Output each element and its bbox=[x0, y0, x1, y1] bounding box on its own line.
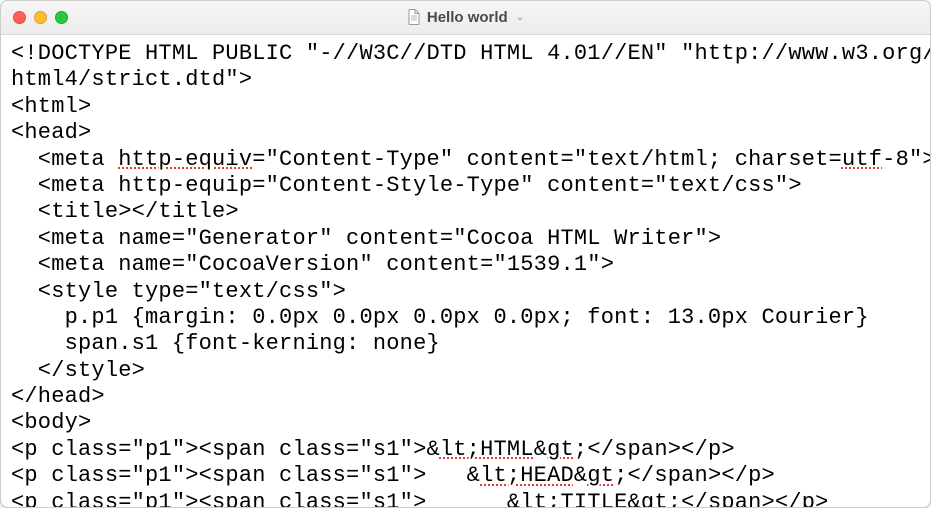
code-line: <head> bbox=[11, 120, 920, 146]
text-editor-content[interactable]: <!DOCTYPE HTML PUBLIC "-//W3C//DTD HTML … bbox=[1, 35, 930, 507]
document-icon bbox=[407, 9, 421, 27]
spellcheck-mark: gt bbox=[587, 463, 614, 488]
title-dropdown-chevron-icon[interactable]: ⌄ bbox=[516, 12, 524, 23]
code-line: <p class="p1"><span class="s1"> &lt;HEAD… bbox=[11, 463, 920, 489]
code-line: <meta name="CocoaVersion" content="1539.… bbox=[11, 252, 920, 278]
close-window-button[interactable] bbox=[13, 11, 26, 24]
titlebar[interactable]: Hello world ⌄ bbox=[1, 1, 930, 35]
spellcheck-mark: gt bbox=[641, 490, 668, 507]
code-line: <meta http-equiv="Content-Type" content=… bbox=[11, 147, 920, 173]
traffic-lights bbox=[1, 11, 68, 24]
code-line: <p class="p1"><span class="s1">&lt;HTML&… bbox=[11, 437, 920, 463]
code-line: <body> bbox=[11, 410, 920, 436]
code-line: <style type="text/css"> bbox=[11, 279, 920, 305]
code-line: <title></title> bbox=[11, 199, 920, 225]
code-line: span.s1 {font-kerning: none} bbox=[11, 331, 920, 357]
title-wrap: Hello world ⌄ bbox=[1, 1, 930, 34]
spellcheck-mark: lt;HEAD bbox=[480, 463, 574, 488]
code-line: <p class="p1"><span class="s1"> &lt;TITL… bbox=[11, 490, 920, 507]
code-line: p.p1 {margin: 0.0px 0.0px 0.0px 0.0px; f… bbox=[11, 305, 920, 331]
minimize-window-button[interactable] bbox=[34, 11, 47, 24]
code-line: <meta name="Generator" content="Cocoa HT… bbox=[11, 226, 920, 252]
code-line: <html> bbox=[11, 94, 920, 120]
document-title: Hello world bbox=[427, 9, 508, 26]
code-line: html4/strict.dtd"> bbox=[11, 67, 920, 93]
code-line: <!DOCTYPE HTML PUBLIC "-//W3C//DTD HTML … bbox=[11, 41, 920, 67]
zoom-window-button[interactable] bbox=[55, 11, 68, 24]
spellcheck-mark: lt;HTML bbox=[440, 437, 534, 462]
spellcheck-mark: utf bbox=[842, 147, 882, 172]
spellcheck-mark: lt;TITLE bbox=[520, 490, 627, 507]
code-line: <meta http-equip="Content-Style-Type" co… bbox=[11, 173, 920, 199]
spellcheck-mark: http-equiv bbox=[118, 147, 252, 172]
app-window: Hello world ⌄ <!DOCTYPE HTML PUBLIC "-//… bbox=[0, 0, 931, 508]
code-line: </style> bbox=[11, 358, 920, 384]
code-line: </head> bbox=[11, 384, 920, 410]
spellcheck-mark: gt bbox=[547, 437, 574, 462]
